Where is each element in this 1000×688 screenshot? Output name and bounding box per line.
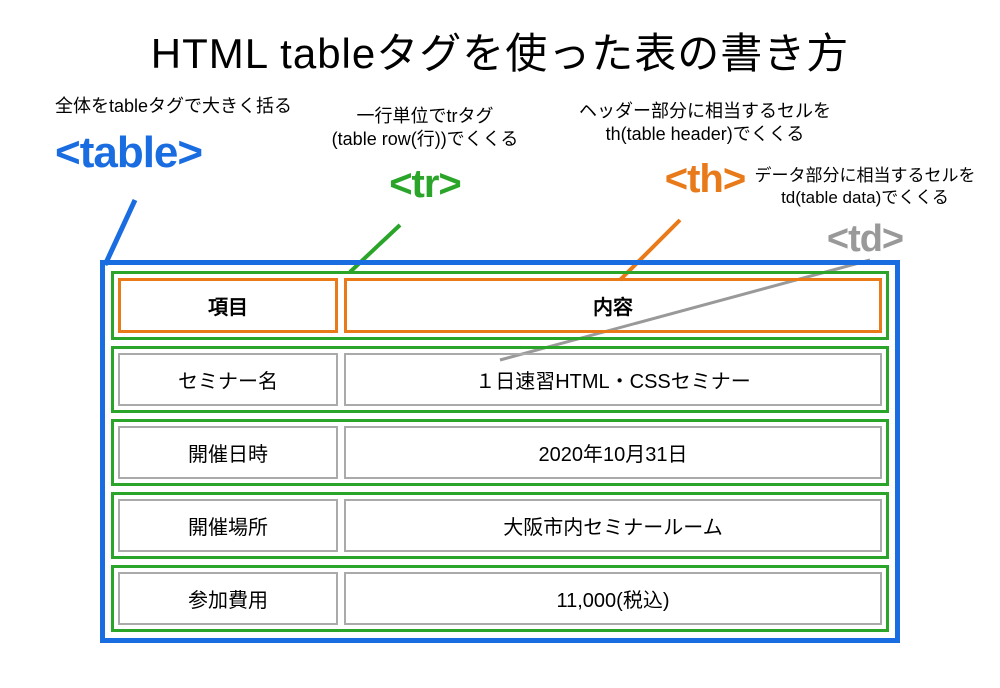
td-cell: 11,000(税込) xyxy=(344,572,882,625)
annotation-tr-desc: 一行単位でtrタグ (table row(行))でくくる xyxy=(300,105,550,152)
header-row: 項目 内容 xyxy=(111,271,889,340)
td-cell: 開催場所 xyxy=(118,499,338,552)
th-col2: 内容 xyxy=(344,278,882,333)
table-row: セミナー名 １日速習HTML・CSSセミナー xyxy=(111,346,889,413)
annotation-td-tag: <td> xyxy=(740,215,990,264)
page-title: HTML tableタグを使った表の書き方 xyxy=(0,0,1000,81)
table-diagram: 項目 内容 セミナー名 １日速習HTML・CSSセミナー 開催日時 2020年1… xyxy=(100,260,900,643)
td-cell: 大阪市内セミナールーム xyxy=(344,499,882,552)
td-cell: 参加費用 xyxy=(118,572,338,625)
td-cell: １日速習HTML・CSSセミナー xyxy=(344,353,882,406)
annotations-area: 全体をtableタグで大きく括る <table> 一行単位でtrタグ (tabl… xyxy=(0,85,1000,285)
td-cell: セミナー名 xyxy=(118,353,338,406)
table-row: 開催日時 2020年10月31日 xyxy=(111,419,889,486)
table-outline: 項目 内容 セミナー名 １日速習HTML・CSSセミナー 開催日時 2020年1… xyxy=(100,260,900,643)
annotation-td: データ部分に相当するセルを td(table data)でくくる <td> xyxy=(740,165,990,265)
annotation-tr: 一行単位でtrタグ (table row(行))でくくる <tr> xyxy=(300,105,550,210)
td-cell: 開催日時 xyxy=(118,426,338,479)
td-cell: 2020年10月31日 xyxy=(344,426,882,479)
annotation-tr-tag: <tr> xyxy=(300,158,550,210)
table-row: 参加費用 11,000(税込) xyxy=(111,565,889,632)
annotation-th-desc: ヘッダー部分に相当するセルを th(table header)でくくる xyxy=(545,100,865,147)
table-row: 開催場所 大阪市内セミナールーム xyxy=(111,492,889,559)
annotation-td-desc: データ部分に相当するセルを td(table data)でくくる xyxy=(740,165,990,209)
th-col1: 項目 xyxy=(118,278,338,333)
